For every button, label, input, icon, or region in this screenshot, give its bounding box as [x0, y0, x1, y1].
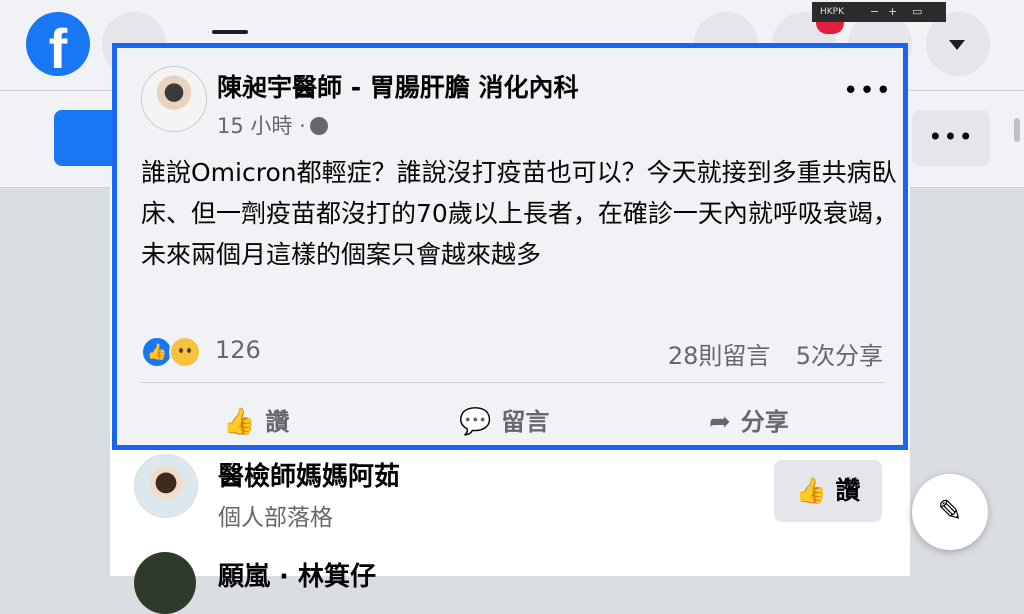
page-more-button[interactable]: •••	[912, 110, 990, 166]
page-like-label: 讚	[835, 476, 861, 505]
facebook-logo[interactable]: f	[26, 12, 90, 76]
suggested-page-name[interactable]: 醫檢師媽媽阿茹	[218, 456, 400, 493]
post-card: 陳昶宇醫師 - 胃腸肝膽 消化內科 15 小時 · ••• 誰說Omicron都…	[112, 43, 908, 450]
comment-button[interactable]: 💬 留言	[459, 402, 549, 437]
post-author[interactable]: 陳昶宇醫師 - 胃腸肝膽 消化內科	[217, 68, 579, 104]
author-avatar[interactable]	[141, 66, 207, 132]
like-label: 讚	[265, 408, 290, 436]
like-button[interactable]: 👍 讚	[223, 402, 289, 437]
share-arrow-icon: ➦	[709, 407, 731, 437]
mini-window-title: HKPK	[820, 7, 844, 17]
share-button[interactable]: ➦ 分享	[709, 402, 789, 437]
thumbs-up-icon: 👍	[223, 407, 256, 437]
restore-icon[interactable]: ▭	[912, 2, 922, 22]
post-time[interactable]: 15 小時 ·	[217, 114, 306, 138]
page-like-button[interactable]: 👍 讚	[774, 460, 882, 522]
speech-bubble-icon: 💬	[459, 407, 492, 437]
globe-icon	[309, 117, 328, 135]
post-options-button[interactable]: •••	[843, 76, 892, 106]
post-stats: 28則留言 5次分享	[668, 336, 883, 371]
suggested-page-type: 個人部落格	[218, 505, 333, 531]
mini-window-bar: HKPK − + ▭	[812, 2, 946, 22]
comment-label: 留言	[501, 408, 550, 436]
divider	[141, 382, 885, 383]
share-count[interactable]: 5次分享	[796, 342, 883, 370]
sad-reaction-icon	[169, 336, 201, 368]
maximize-button[interactable]: +	[888, 2, 897, 22]
minimize-button[interactable]: −	[870, 2, 879, 22]
post-timestamp: 15 小時 ·	[217, 110, 328, 140]
suggested-page-avatar[interactable]	[134, 454, 198, 518]
thumbs-up-icon: 👍	[795, 476, 827, 505]
suggested-page-avatar[interactable]	[134, 552, 196, 614]
comment-count[interactable]: 28則留言	[668, 342, 771, 370]
compose-icon[interactable]: ✎	[912, 474, 988, 550]
reaction-count[interactable]: 126	[215, 336, 261, 364]
suggested-page-name[interactable]: 願嵐 · 林箕仔	[218, 556, 376, 593]
share-label: 分享	[740, 408, 789, 436]
post-body: 誰說Omicron都輕症？誰說沒打疫苗也可以？今天就接到多重共病臥床、但一劑疫苗…	[141, 158, 898, 269]
menu-icon[interactable]	[212, 30, 248, 34]
scrollbar[interactable]	[1014, 118, 1020, 142]
chevron-down-icon	[949, 40, 965, 50]
